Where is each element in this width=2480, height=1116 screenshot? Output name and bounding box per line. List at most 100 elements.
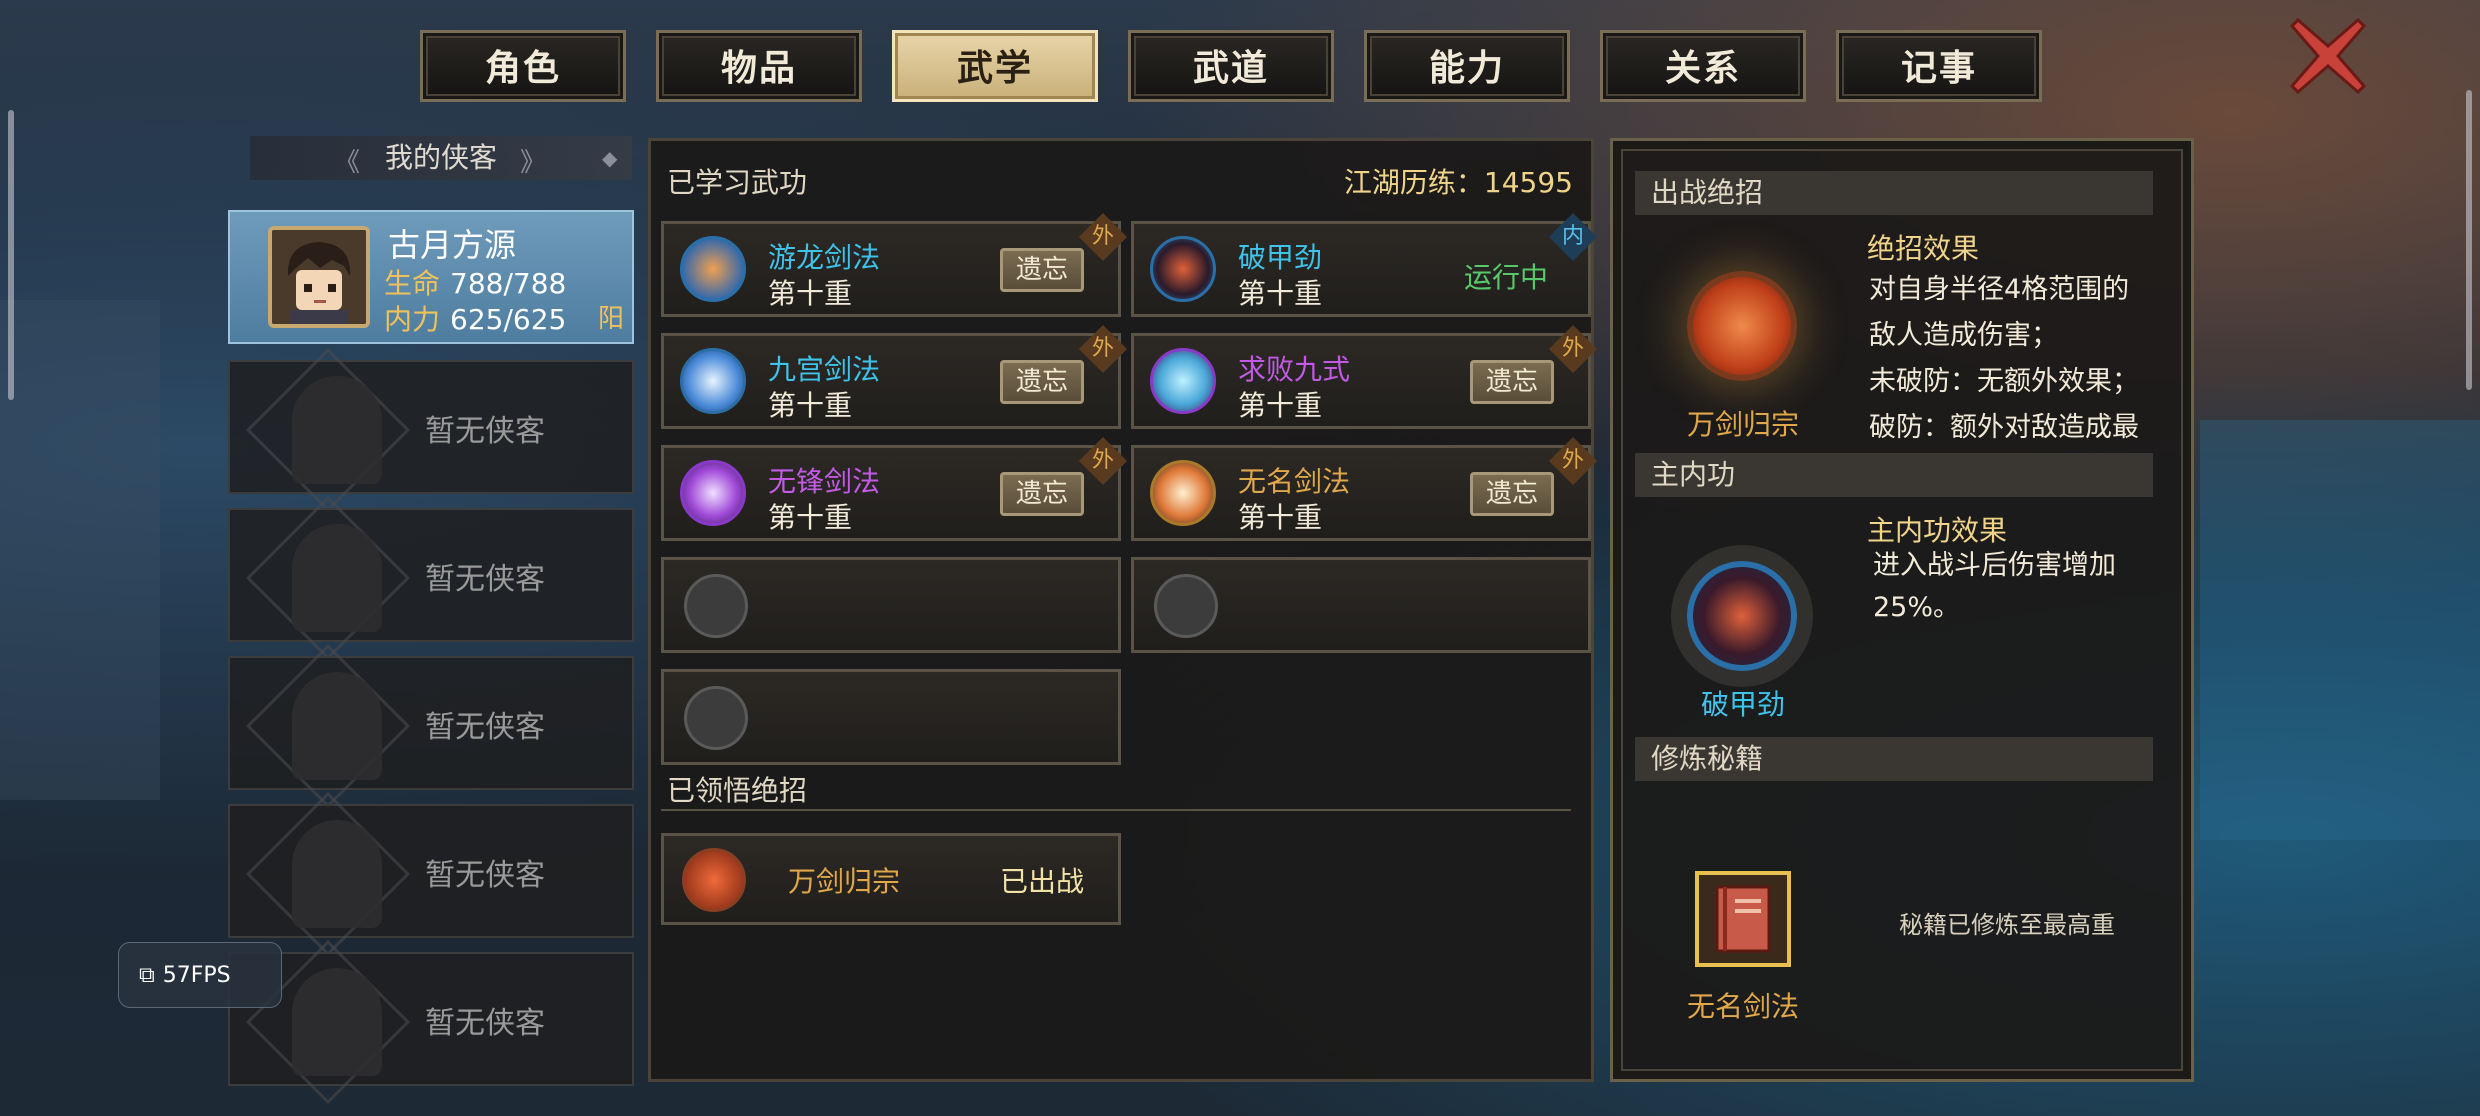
tab-martial-arts[interactable]: 武学	[892, 30, 1098, 102]
empty-skill-slot[interactable]	[661, 669, 1121, 765]
internal-tag: 内	[1548, 212, 1598, 262]
my-heroes-header: 《 我的侠客 》 ◆	[250, 136, 632, 180]
close-button[interactable]	[2288, 16, 2368, 96]
hero-slot-empty[interactable]: 暂无侠客	[228, 495, 634, 661]
tab-abilities[interactable]: 能力	[1364, 30, 1570, 102]
empty-skill-slot[interactable]	[661, 557, 1121, 653]
manual-status: 秘籍已修炼至最高重	[1899, 911, 2115, 939]
external-tag: 外	[1078, 212, 1128, 262]
inner-effect-title: 主内功效果	[1867, 514, 2008, 547]
skill-level: 第十重	[768, 389, 853, 422]
forget-button[interactable]: 遗忘	[1000, 472, 1084, 516]
tag-label: 外	[1091, 335, 1115, 361]
hero-slot-empty[interactable]: 暂无侠客	[228, 939, 634, 1105]
skill-card[interactable]: 破甲劲 第十重 运行中 内	[1131, 212, 1598, 317]
attribute-badge: 阳	[597, 304, 624, 334]
effect-line: 未破防：无额外效果；	[1869, 366, 2139, 397]
hero-hp: 生命 788/788	[384, 262, 566, 302]
silhouette-icon	[292, 968, 382, 1076]
empty-slot-label: 暂无侠客	[425, 414, 545, 449]
empty-skill-slot[interactable]	[1131, 557, 1591, 653]
background-block	[2200, 420, 2480, 840]
skill-level: 第十重	[768, 277, 853, 310]
skill-card[interactable]: 无锋剑法 第十重 遗忘 外	[661, 436, 1128, 541]
fps-counter: ⧉ 57FPS	[118, 942, 282, 1008]
tab-character[interactable]: 角色	[420, 30, 626, 102]
skill-level: 第十重	[1238, 501, 1323, 534]
my-heroes-label: 我的侠客	[384, 141, 497, 174]
skill-level: 第十重	[1238, 277, 1323, 310]
forget-button[interactable]: 遗忘	[1000, 248, 1084, 292]
ultimate-effect-text: 对自身半径4格范围的 敌人造成伤害； 未破防：无额外效果； 破防：额外对敌造成最	[1869, 267, 2179, 439]
hero-card-selected[interactable]: 古月方源 生命 788/788 内力 625/625 阳	[228, 210, 634, 344]
skill-name: 九宫剑法	[768, 353, 881, 386]
skill-card[interactable]: 求败九式 第十重 遗忘 外	[1131, 324, 1598, 429]
forget-button[interactable]: 遗忘	[1470, 360, 1554, 404]
training-manual-header: 修炼秘籍	[1635, 737, 2153, 781]
effect-line: 25%。	[1873, 592, 1961, 623]
tag-label: 外	[1091, 447, 1115, 473]
hero-mp: 内力 625/625	[384, 298, 566, 338]
diamond-icon: ◆	[602, 146, 618, 170]
empty-slot-label: 暂无侠客	[425, 710, 545, 745]
effect-line: 对自身半径4格范围的	[1869, 274, 2130, 305]
left-scrollbar[interactable]	[8, 110, 14, 400]
hp-value: 788/788	[450, 267, 567, 300]
skill-name: 破甲劲	[1238, 241, 1323, 274]
divider	[661, 809, 1571, 811]
inner-skill-caption: 破甲劲	[1700, 688, 1785, 721]
silhouette-icon	[292, 376, 382, 484]
right-scrollbar[interactable]	[2466, 90, 2472, 390]
skill-card[interactable]: 九宫剑法 第十重 遗忘 外	[661, 324, 1128, 429]
ultimate-name: 万剑归宗	[788, 865, 901, 898]
empty-slot-icon	[684, 574, 748, 638]
details-panel: 出战绝招 万剑归宗 绝招效果 对自身半径4格范围的 敌人造成伤害； 未破防：无额…	[1610, 138, 2194, 1082]
tab-journal[interactable]: 记事	[1836, 30, 2042, 102]
sword-skill-icon	[1150, 460, 1216, 526]
hero-slot-empty[interactable]: 暂无侠客	[228, 643, 634, 809]
tab-bar: 角色 物品 武学 武道 能力 关系 记事	[420, 30, 2042, 104]
empty-slot-label: 暂无侠客	[425, 562, 545, 597]
skill-level: 第十重	[1238, 389, 1323, 422]
background-block	[0, 300, 160, 800]
learned-ultimates-title: 已领悟绝招	[667, 774, 808, 807]
tag-label: 外	[1561, 335, 1585, 361]
effect-line: 敌人造成伤害；	[1869, 320, 2058, 351]
fps-icon: ⧉	[139, 963, 155, 988]
fps-value: 57FPS	[162, 963, 231, 988]
mp-label: 内力	[384, 303, 441, 336]
hero-slot-empty[interactable]: 暂无侠客	[228, 347, 634, 513]
forget-button[interactable]: 遗忘	[1470, 472, 1554, 516]
silhouette-icon	[292, 820, 382, 928]
effect-line: 进入战斗后伤害增加	[1873, 550, 2116, 581]
external-tag: 外	[1548, 436, 1598, 486]
forget-button[interactable]: 遗忘	[1000, 360, 1084, 404]
chevron-right-icon: 》	[520, 148, 547, 178]
inner-effect-text: 进入战斗后伤害增加 25%。	[1873, 545, 2173, 629]
skill-card[interactable]: 游龙剑法 第十重 遗忘 外	[661, 212, 1128, 317]
jianghu-experience: 江湖历练：14595	[1343, 166, 1573, 199]
ultimate-card[interactable]: 万剑归宗 已出战	[661, 833, 1121, 925]
external-tag: 外	[1078, 436, 1128, 486]
skill-name: 无名剑法	[1238, 465, 1351, 498]
inner-skill-icon	[1150, 236, 1216, 302]
silhouette-icon	[292, 672, 382, 780]
ultimate-effect-title: 绝招效果	[1867, 232, 1980, 265]
skill-level: 第十重	[768, 501, 853, 534]
skill-card[interactable]: 无名剑法 第十重 遗忘 外	[1131, 436, 1598, 541]
skill-name: 求败九式	[1238, 353, 1351, 386]
tab-relations[interactable]: 关系	[1600, 30, 1806, 102]
main-inner-header: 主内功	[1635, 453, 2153, 497]
tag-label: 外	[1091, 223, 1115, 249]
ultimate-large-icon	[1687, 271, 1797, 381]
ultimate-status: 已出战	[999, 865, 1084, 898]
mp-value: 625/625	[450, 303, 567, 336]
manual-frame	[1695, 871, 1791, 967]
tab-martial-way[interactable]: 武道	[1128, 30, 1334, 102]
tab-items[interactable]: 物品	[656, 30, 862, 102]
tag-label: 内	[1561, 223, 1585, 249]
silhouette-icon	[292, 524, 382, 632]
external-tag: 外	[1078, 324, 1128, 374]
avatar	[268, 226, 370, 328]
hero-slot-empty[interactable]: 暂无侠客	[228, 791, 634, 957]
